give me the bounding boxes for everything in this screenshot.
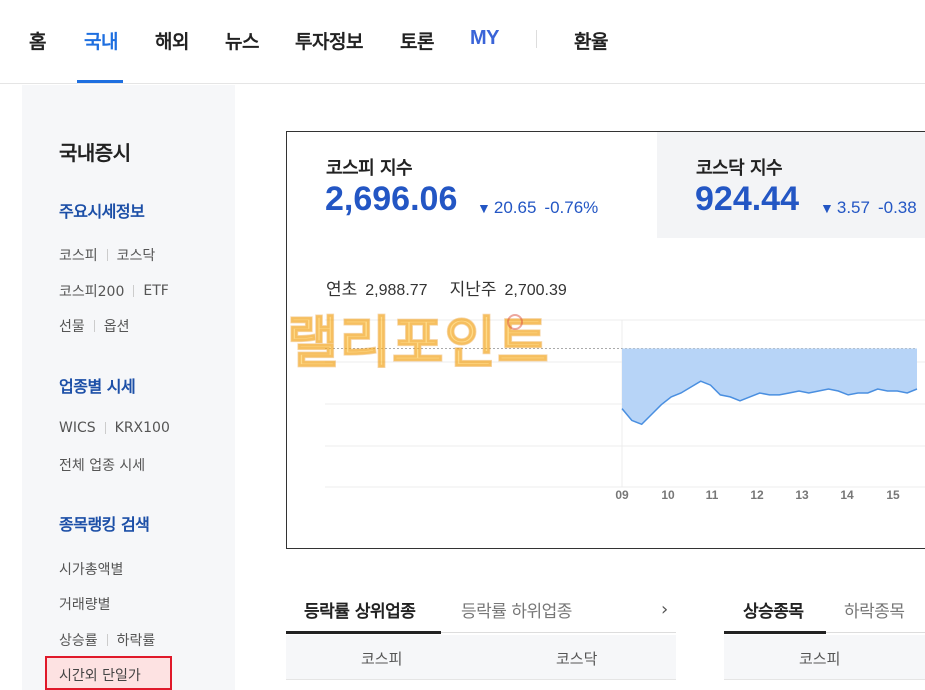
sidebar-link-market-cap[interactable]: 시가총액별	[59, 559, 123, 579]
sidebar-row: 전체 업종 시세	[59, 455, 145, 475]
down-triangle-icon: ▼	[820, 200, 834, 216]
watermark-logo: 랠리포인트	[287, 302, 627, 395]
separator	[133, 285, 135, 297]
sidebar-link-kospi200[interactable]: 코스피200	[59, 281, 124, 301]
nav-home[interactable]: 홈	[29, 27, 46, 54]
kosdaq-change: ▼ 3.57 -0.38	[820, 198, 917, 218]
nav-divider	[536, 30, 537, 48]
ytd-label: 연초	[326, 280, 358, 300]
nav-active-underline	[77, 80, 123, 83]
chart-x-tick-label: 12	[750, 488, 764, 502]
nav-news[interactable]: 뉴스	[225, 27, 259, 54]
sidebar-row: 시가총액별	[59, 559, 123, 579]
separator	[104, 422, 106, 434]
nav-investment-info[interactable]: 투자정보	[295, 27, 363, 54]
tab-selected-indicator	[286, 631, 441, 634]
column-header-kospi: 코스피	[799, 650, 841, 668]
chart-x-tick-label: 10	[661, 488, 675, 502]
chart-x-tick-label: 11	[706, 488, 719, 502]
nav-exchange-rate[interactable]: 환율	[574, 27, 608, 54]
nav-discussion[interactable]: 토론	[400, 27, 434, 54]
sidebar: 국내증시 주요시세정보 코스피 코스닥 코스피200 ETF 선물 옵션 업종별 시세…	[22, 85, 235, 690]
last-week-label: 지난주	[449, 280, 497, 300]
sidebar-section-sector[interactable]: 업종별 시세	[59, 373, 136, 397]
tab-top-sectors[interactable]: 등락률 상위업종	[304, 597, 416, 622]
sidebar-link-after-hours[interactable]: 시간외 단일가	[45, 656, 172, 690]
nav-domestic[interactable]: 국내	[84, 27, 118, 54]
sidebar-link-all-sectors[interactable]: 전체 업종 시세	[59, 455, 145, 475]
separator	[106, 634, 108, 646]
kospi-value: 2,696.06	[325, 180, 458, 218]
sidebar-link-volume[interactable]: 거래량별	[59, 594, 111, 614]
sidebar-title: 국내증시	[59, 141, 131, 165]
kosdaq-name: 코스닥 지수	[696, 158, 783, 179]
kospi-change-value: 20.65	[493, 198, 537, 217]
sidebar-link-kosdaq[interactable]: 코스닥	[117, 245, 156, 265]
sidebar-link-krx100[interactable]: KRX100	[115, 420, 170, 436]
sidebar-link-etf[interactable]: ETF	[143, 283, 168, 299]
separator	[93, 320, 95, 332]
kosdaq-value: 924.44	[695, 180, 799, 218]
down-triangle-icon: ▼	[477, 200, 491, 216]
nav-overseas[interactable]: 해외	[155, 27, 189, 54]
kosdaq-change-value: 3.57	[836, 198, 870, 217]
stock-movers-tabs: 상승종목 하락종목 코스피	[724, 585, 925, 690]
kospi-name: 코스피 지수	[326, 158, 413, 179]
column-header-kosdaq: 코스닥	[556, 650, 598, 668]
index-panel: 코스피 지수 2,696.06 ▼ 20.65 -0.76% 코스닥 지수 924.…	[286, 131, 925, 549]
last-week-value: 2,700.39	[504, 282, 567, 299]
sidebar-row: 거래량별	[59, 594, 111, 614]
sidebar-section-ranking[interactable]: 종목랭킹 검색	[59, 511, 150, 535]
table-header: 코스피	[724, 635, 925, 680]
sidebar-link-futures[interactable]: 선물	[59, 316, 85, 336]
top-nav: 홈 국내 해외 뉴스 투자정보 토론 MY 환율	[0, 0, 925, 84]
sidebar-row: 선물 옵션	[59, 316, 130, 336]
sidebar-link-options[interactable]: 옵션	[104, 316, 130, 336]
chart-x-tick-label: 14	[840, 488, 854, 502]
sidebar-link-losers[interactable]: 하락률	[117, 630, 156, 650]
tab-losers[interactable]: 하락종목	[844, 597, 905, 622]
chart-x-tick-label: 15	[886, 488, 900, 502]
sidebar-link-wics[interactable]: WICS	[59, 420, 96, 436]
sidebar-row: 코스피200 ETF	[59, 281, 169, 301]
separator	[106, 249, 108, 261]
chart-x-tick-label: 13	[795, 488, 809, 502]
kospi-change-pct: -0.76%	[544, 198, 599, 217]
sidebar-link-gainers[interactable]: 상승률	[59, 630, 98, 650]
after-hours-label: 시간외 단일가	[59, 668, 141, 684]
svg-text:랠리포인트: 랠리포인트	[287, 311, 550, 376]
kosdaq-change-pct: -0.38	[877, 198, 917, 217]
kospi-change: ▼ 20.65 -0.76%	[477, 198, 598, 218]
tab-gainers[interactable]: 상승종목	[743, 597, 804, 622]
ytd-value: 2,988.77	[365, 282, 428, 299]
nav-my[interactable]: MY	[470, 27, 500, 50]
tab-bottom-sectors[interactable]: 등락률 하위업종	[461, 597, 572, 622]
chart-area	[622, 348, 917, 425]
sidebar-row: 코스피 코스닥	[59, 245, 155, 265]
sidebar-row: WICS KRX100	[59, 420, 170, 436]
sector-rate-tabs: 등락률 상위업종 등락률 하위업종 › 코스피 코스닥	[286, 585, 676, 690]
column-header-kospi: 코스피	[361, 650, 403, 668]
table-header: 코스피 코스닥	[286, 635, 676, 680]
chevron-right-icon[interactable]: ›	[661, 599, 668, 620]
sidebar-section-main-quotes[interactable]: 주요시세정보	[59, 198, 145, 222]
sidebar-link-kospi[interactable]: 코스피	[59, 245, 98, 265]
sidebar-row: 상승률 하락률	[59, 630, 155, 650]
index-stats: 연초 2,988.77 지난주 2,700.39	[326, 275, 567, 300]
tab-selected-indicator	[724, 631, 826, 634]
watermark-logo-image: 랠리포인트	[287, 310, 550, 377]
chart-x-tick-label: 09	[615, 488, 629, 502]
